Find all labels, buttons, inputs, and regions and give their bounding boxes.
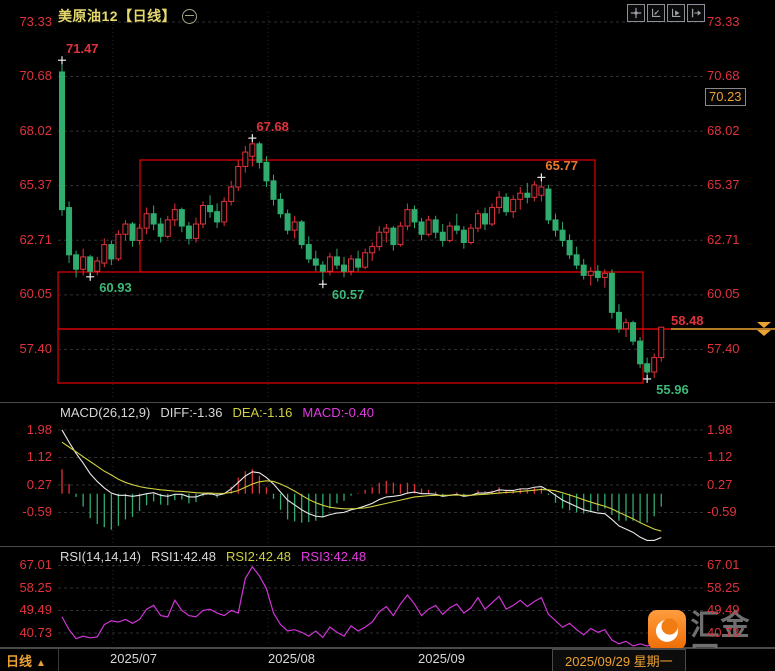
minus-circle-icon[interactable]: [182, 8, 198, 24]
chart-toolbar: [627, 4, 705, 22]
gold678-logo-icon: [648, 610, 686, 650]
crosshair-icon[interactable]: [627, 4, 645, 22]
period-selector[interactable]: 日线 ▲: [6, 651, 46, 670]
axis-play-icon[interactable]: [667, 4, 685, 22]
chevron-up-icon: ▲: [36, 658, 46, 669]
axis-pan-icon[interactable]: [647, 4, 665, 22]
pan-right-icon[interactable]: [687, 4, 705, 22]
chart-canvas[interactable]: [0, 0, 775, 671]
watermark: 汇金网 www.gold678.com: [648, 610, 775, 671]
watermark-name: 汇金网: [690, 610, 751, 671]
watermark-text: 汇金网 www.gold678.com: [691, 610, 775, 671]
chart-window: 美原油12【日线】 73.33 70.68 68.02 65.37 62.71 …: [0, 0, 775, 671]
period-label: 日线: [6, 654, 33, 669]
